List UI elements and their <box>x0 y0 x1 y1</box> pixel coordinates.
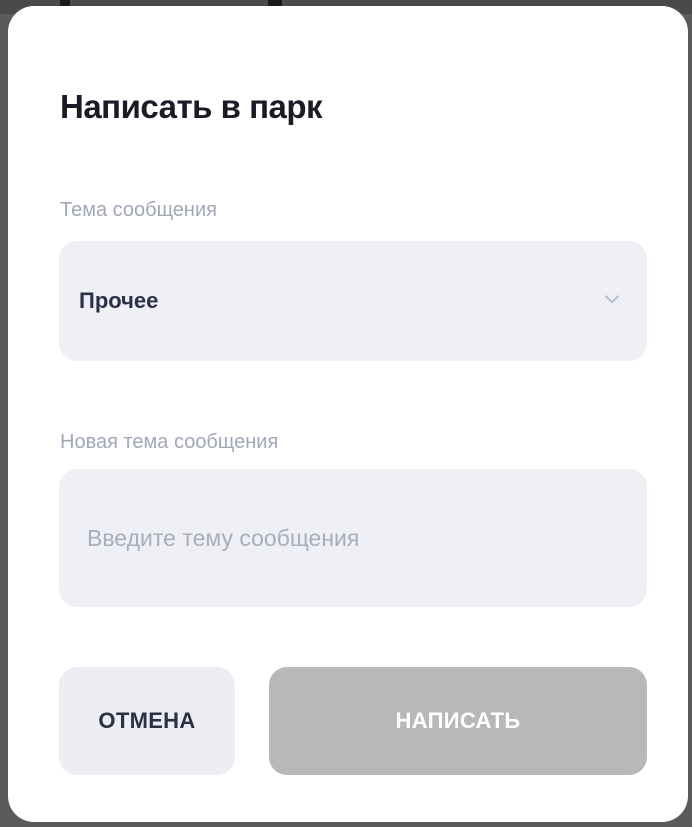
write-to-park-dialog: Написать в парк Тема сообщения Прочее Но… <box>8 6 688 822</box>
topic-select[interactable]: Прочее <box>59 241 647 361</box>
cancel-button[interactable]: ОТМЕНА <box>59 667 235 775</box>
new-topic-input[interactable] <box>59 469 647 607</box>
chevron-down-icon <box>605 295 619 304</box>
topic-label: Тема сообщения <box>60 199 217 221</box>
new-topic-label: Новая тема сообщения <box>60 431 279 453</box>
submit-button[interactable]: НАПИСАТЬ <box>269 667 647 775</box>
dialog-title: Написать в парк <box>60 88 323 125</box>
topic-selected-value: Прочее <box>79 288 159 313</box>
